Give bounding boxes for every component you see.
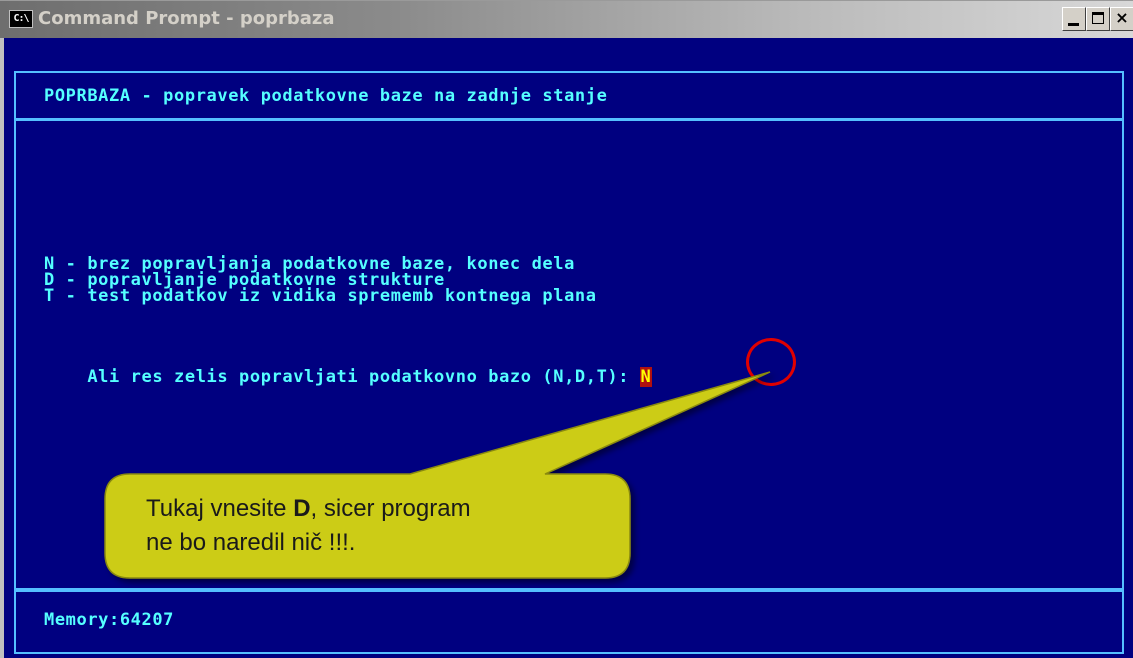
callout-text-part: , sicer program: [310, 495, 471, 522]
callout-text-part: Tukaj vnesite: [146, 495, 294, 522]
callout-text: Tukaj vnesite D, sicer program ne bo nar…: [146, 492, 606, 560]
callout-text-line2: ne bo naredil nič !!!.: [146, 529, 356, 556]
callout-highlight-key: D: [293, 495, 311, 522]
